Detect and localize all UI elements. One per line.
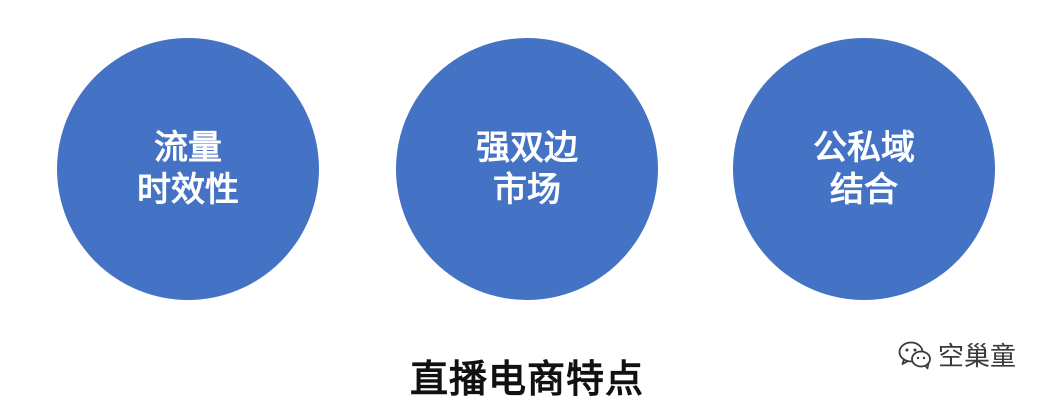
circle-label-line1: 强双边 (476, 128, 578, 168)
circle-label-line2: 时效性 (137, 170, 239, 210)
circle-two-sided-market: 强双边 市场 (396, 38, 658, 300)
circle-label-line2: 结合 (830, 170, 898, 210)
circle-label-line1: 流量 (154, 128, 222, 168)
circle-label-line2: 市场 (493, 170, 561, 210)
watermark-text: 空巢童 (938, 342, 1017, 372)
circle-public-private-domain: 公私域 结合 (733, 38, 995, 300)
watermark: 空巢童 (898, 336, 1016, 373)
wechat-icon (898, 340, 932, 370)
circle-label-line1: 公私域 (813, 128, 915, 168)
circle-traffic-timeliness: 流量 时效性 (57, 38, 319, 300)
diagram-title: 直播电商特点 (409, 357, 644, 401)
